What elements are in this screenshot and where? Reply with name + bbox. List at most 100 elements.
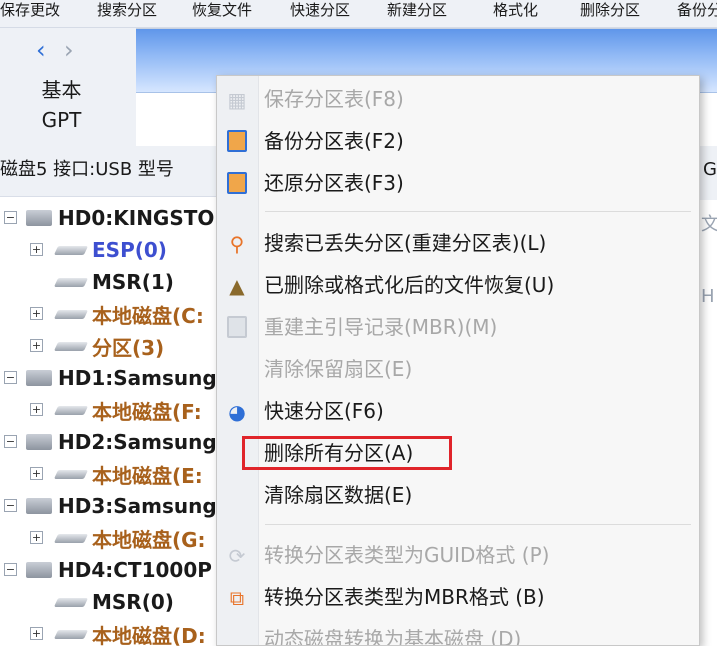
tree-partition-c[interactable]: + 本地磁盘(C:: [30, 299, 204, 329]
partition-icon: [53, 597, 89, 607]
expand-toggle-icon[interactable]: +: [30, 627, 43, 640]
menu-item-label: 重建主引导记录(MBR)(M): [264, 315, 498, 339]
toolbar-delete-partition[interactable]: 删除分区: [580, 0, 640, 20]
tree-partition-d[interactable]: + 本地磁盘(D:: [30, 619, 206, 646]
collapse-toggle-icon[interactable]: −: [4, 371, 17, 384]
menu-item-clear-sector-data[interactable]: 清除扇区数据(E): [217, 476, 699, 514]
menu-item-label: 还原分区表(F3): [264, 171, 404, 195]
back-arrow-icon[interactable]: ‹: [36, 38, 46, 62]
right-panel-text: H: [701, 286, 715, 307]
menu-item-clear-reserved-sectors[interactable]: 清除保留扇区(E): [217, 350, 699, 388]
collapse-toggle-icon[interactable]: −: [4, 499, 17, 512]
tree-partition-esp[interactable]: + ESP(0): [30, 235, 167, 265]
toolbar-recover-files[interactable]: 恢复文件: [192, 0, 252, 20]
hard-disk-icon: [26, 370, 52, 386]
menu-item-search-lost-partitions[interactable]: ⚲ 搜索已丢失分区(重建分区表)(L): [217, 224, 699, 262]
convert-mbr-icon: ⧉: [229, 586, 245, 610]
disk-tree: − HD0:KINGSTO + ESP(0) MSR(1) + 本地磁盘(C: …: [0, 196, 230, 646]
menu-item-save-partition-table[interactable]: ▦ 保存分区表(F8): [217, 80, 699, 118]
rebuild-mbr-icon: [227, 316, 247, 338]
toolbar-save-changes[interactable]: 保存更改: [0, 0, 60, 20]
tree-disk-hd1[interactable]: − HD1:Samsung: [4, 363, 217, 393]
menu-item-quick-partition[interactable]: ◕ 快速分区(F6): [217, 392, 699, 430]
menu-item-dynamic-to-basic[interactable]: 动态磁盘转换为基本磁盘 (D): [217, 620, 699, 646]
toolbar-search-partition[interactable]: 搜索分区: [97, 0, 157, 20]
hard-disk-icon: [26, 498, 52, 514]
disk-nav: ‹ › 基本 GPT: [0, 28, 135, 148]
menu-item-label: 保存分区表(F8): [264, 87, 404, 111]
toolbar-new-partition[interactable]: 新建分区: [387, 0, 447, 20]
partition-icon: [53, 405, 89, 415]
expand-toggle-icon[interactable]: +: [30, 243, 43, 256]
menu-item-label: 动态磁盘转换为基本磁盘 (D): [264, 627, 522, 646]
partition-icon: [53, 341, 89, 351]
partition-style-label: GPT: [41, 108, 82, 132]
partition-icon: [53, 277, 89, 287]
menu-item-backup-partition-table[interactable]: 备份分区表(F2): [217, 122, 699, 160]
partition-icon: [53, 245, 89, 255]
tree-partition-label: MSR(0): [92, 590, 174, 614]
tree-disk-hd3[interactable]: − HD3:Samsung: [4, 491, 217, 521]
disk-type-label: 基本: [41, 78, 82, 102]
tree-partition-label: 本地磁盘(G:: [92, 527, 206, 552]
partition-icon: [53, 309, 89, 319]
menu-item-label: 已删除或格式化后的文件恢复(U): [264, 273, 555, 297]
menu-separator: [265, 211, 691, 212]
hard-disk-icon: [26, 562, 52, 578]
quick-partition-icon: ◕: [228, 400, 246, 424]
right-panel-edge: 文 H: [697, 200, 717, 646]
menu-separator: [265, 524, 691, 525]
menu-item-label: 快速分区(F6): [264, 399, 384, 423]
tree-disk-label: HD4:CT1000P: [58, 558, 212, 582]
menu-item-file-recovery[interactable]: ▲ 已删除或格式化后的文件恢复(U): [217, 266, 699, 304]
collapse-toggle-icon[interactable]: −: [4, 435, 17, 448]
tree-partition-label: 本地磁盘(C:: [92, 303, 204, 328]
file-recovery-icon: ▲: [229, 274, 245, 298]
menu-item-label: 清除保留扇区(E): [264, 357, 413, 381]
tree-disk-hd2[interactable]: − HD2:Samsung: [4, 427, 217, 457]
menu-item-rebuild-mbr[interactable]: 重建主引导记录(MBR)(M): [217, 308, 699, 346]
search-icon: ⚲: [229, 232, 245, 256]
menu-item-label: 转换分区表类型为GUID格式 (P): [264, 543, 550, 567]
tree-partition-label: MSR(1): [92, 270, 174, 294]
context-menu: ▦ 保存分区表(F8) 备份分区表(F2) 还原分区表(F3) ⚲ 搜索已丢失分…: [216, 75, 700, 646]
expand-toggle-icon[interactable]: +: [30, 403, 43, 416]
tree-disk-hd4[interactable]: − HD4:CT1000P: [4, 555, 212, 585]
menu-item-restore-partition-table[interactable]: 还原分区表(F3): [217, 164, 699, 202]
partition-icon: [53, 469, 89, 479]
tree-partition-label: 分区(3): [92, 335, 165, 360]
collapse-toggle-icon[interactable]: −: [4, 211, 17, 224]
tree-partition-g[interactable]: + 本地磁盘(G:: [30, 523, 206, 553]
tree-disk-label: HD0:KINGSTO: [58, 206, 215, 230]
toolbar-backup-partition[interactable]: 备份分: [677, 0, 717, 20]
tree-partition-f[interactable]: + 本地磁盘(F:: [30, 395, 202, 425]
disk-info-capacity: G: [703, 159, 717, 180]
red-highlight-box: [242, 436, 452, 470]
tree-partition-msr0[interactable]: MSR(0): [30, 587, 174, 617]
menu-item-convert-mbr[interactable]: ⧉ 转换分区表类型为MBR格式 (B): [217, 578, 699, 616]
tree-partition-label: ESP(0): [92, 238, 167, 262]
toolbar-format[interactable]: 格式化: [493, 0, 538, 20]
tree-partition-msr[interactable]: MSR(1): [30, 267, 174, 297]
tree-partition-3[interactable]: + 分区(3): [30, 331, 164, 361]
expand-toggle-icon[interactable]: +: [30, 307, 43, 320]
collapse-toggle-icon[interactable]: −: [4, 563, 17, 576]
menu-item-label: 搜索已丢失分区(重建分区表)(L): [264, 231, 547, 255]
right-panel-text: 文: [701, 214, 717, 235]
tree-disk-label: HD1:Samsung: [58, 366, 217, 390]
tree-disk-hd0[interactable]: − HD0:KINGSTO: [4, 203, 214, 233]
toolbar: 保存更改 搜索分区 恢复文件 快速分区 新建分区 格式化 删除分区 备份分: [0, 0, 717, 28]
hard-disk-icon: [26, 434, 52, 450]
expand-toggle-icon[interactable]: +: [30, 531, 43, 544]
tree-partition-label: 本地磁盘(F:: [92, 399, 202, 424]
menu-item-convert-guid[interactable]: ⟳ 转换分区表类型为GUID格式 (P): [217, 536, 699, 574]
hard-disk-icon: [26, 210, 52, 226]
tree-partition-label: 本地磁盘(D:: [92, 623, 206, 646]
tree-partition-label: 本地磁盘(E:: [92, 463, 203, 488]
tree-partition-e[interactable]: + 本地磁盘(E:: [30, 459, 203, 489]
forward-arrow-icon[interactable]: ›: [64, 38, 74, 62]
expand-toggle-icon[interactable]: +: [30, 467, 43, 480]
toolbar-quick-partition[interactable]: 快速分区: [290, 0, 350, 20]
expand-toggle-icon[interactable]: +: [30, 339, 43, 352]
partition-icon: [53, 533, 89, 543]
